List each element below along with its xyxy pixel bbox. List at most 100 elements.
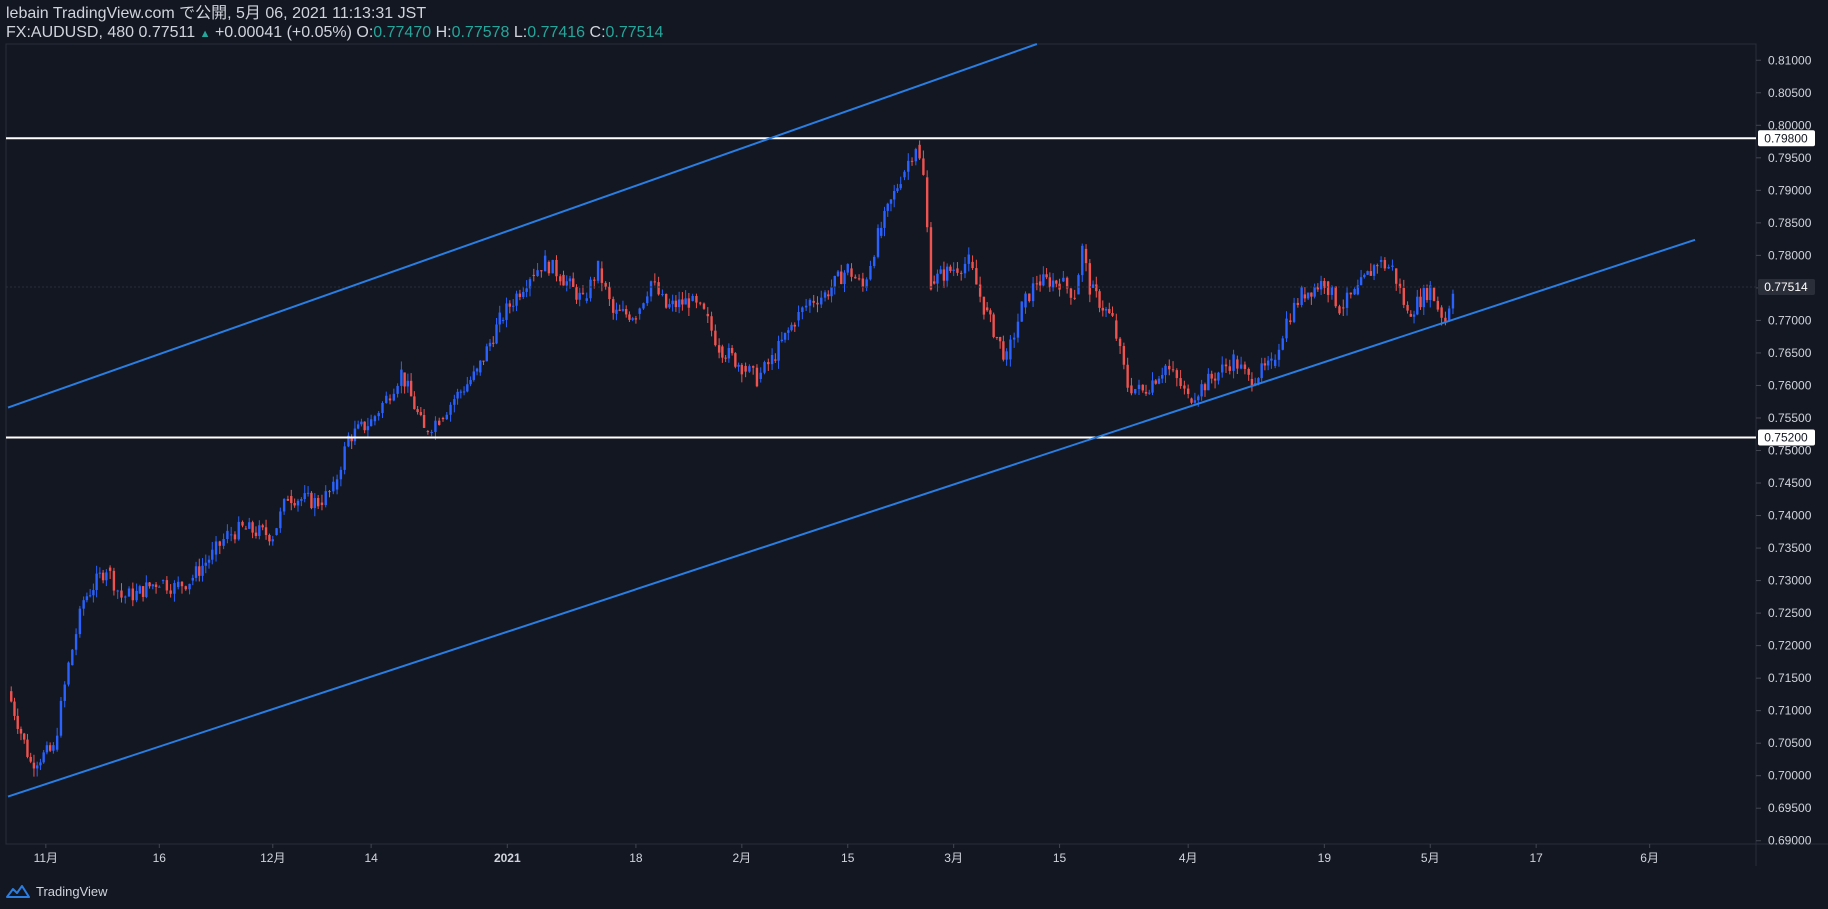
candle-up bbox=[1193, 400, 1197, 403]
time-axis[interactable]: 11月 16 12月 14 2021 18 2月 15 3月 15 4月 19 5月 17 6月 bbox=[34, 844, 1659, 865]
candle-up bbox=[914, 149, 918, 162]
candles-layer bbox=[10, 140, 1455, 777]
candle-down bbox=[218, 541, 222, 546]
candle-up bbox=[783, 332, 787, 340]
candle-up bbox=[1260, 363, 1263, 379]
price-axis[interactable]: 0.81000 0.80500 0.80000 0.79500 0.79000 0.785… bbox=[1756, 53, 1812, 848]
candle-down bbox=[233, 534, 237, 540]
candle-up bbox=[1016, 321, 1020, 338]
price-chart[interactable]: 0.81000 0.80500 0.80000 0.79500 0.79000 0.785… bbox=[0, 0, 1828, 909]
price-tick-label: 0.70000 bbox=[1768, 769, 1812, 783]
candle-down bbox=[120, 590, 123, 598]
candle-down bbox=[290, 496, 293, 504]
candle-down bbox=[286, 499, 290, 501]
candle-up bbox=[880, 227, 883, 236]
candle-up bbox=[466, 384, 469, 392]
candle-down bbox=[268, 535, 271, 542]
candle-down bbox=[1183, 385, 1186, 389]
candle-up bbox=[1104, 308, 1108, 311]
time-tick-label: 14 bbox=[364, 851, 378, 865]
candle-down bbox=[108, 567, 112, 571]
candle-up bbox=[787, 330, 790, 333]
candle-down bbox=[949, 266, 952, 271]
candle-down bbox=[532, 274, 535, 277]
candle-up bbox=[472, 371, 476, 380]
price-tick-label: 0.78000 bbox=[1768, 248, 1812, 262]
candle-up bbox=[194, 566, 198, 578]
candle-down bbox=[1098, 291, 1101, 308]
candle-up bbox=[1313, 286, 1316, 297]
candle-up bbox=[963, 263, 967, 274]
candle-down bbox=[1369, 271, 1373, 276]
candle-up bbox=[1300, 287, 1303, 305]
candle-up bbox=[896, 188, 899, 192]
candle-up bbox=[145, 582, 148, 597]
time-tick-label: 3月 bbox=[944, 851, 963, 865]
candle-down bbox=[23, 733, 26, 740]
candle-up bbox=[406, 380, 410, 387]
price-tick-label: 0.72500 bbox=[1768, 606, 1812, 620]
candle-up bbox=[889, 199, 893, 204]
candle-up bbox=[1292, 302, 1296, 322]
candle-down bbox=[1303, 294, 1307, 299]
candle-down bbox=[48, 745, 52, 751]
candle-up bbox=[127, 588, 131, 597]
price-tick-label: 0.78500 bbox=[1768, 216, 1812, 230]
candle-down bbox=[1111, 313, 1114, 316]
candle-down bbox=[254, 532, 258, 536]
candle-up bbox=[392, 393, 396, 401]
candle-up bbox=[770, 354, 774, 365]
candle-down bbox=[1243, 364, 1247, 369]
candle-down bbox=[169, 590, 172, 594]
candle-down bbox=[600, 268, 604, 283]
candle-down bbox=[1002, 341, 1005, 360]
candle-up bbox=[248, 522, 251, 529]
candle-up bbox=[1285, 318, 1288, 339]
candle-down bbox=[1342, 307, 1345, 309]
candle-down bbox=[1101, 307, 1104, 311]
candle-up bbox=[873, 256, 876, 267]
candle-up bbox=[1345, 292, 1349, 308]
candle-up bbox=[522, 291, 525, 297]
candle-up bbox=[201, 565, 204, 576]
candle-up bbox=[498, 312, 501, 325]
candle-down bbox=[1035, 283, 1039, 285]
candle-down bbox=[1141, 384, 1144, 391]
candle-up bbox=[1161, 374, 1164, 379]
candle-down bbox=[1395, 268, 1398, 284]
candle-up bbox=[833, 275, 836, 288]
candle-up bbox=[515, 293, 518, 306]
candle-down bbox=[198, 566, 201, 576]
candle-up bbox=[1306, 292, 1310, 299]
candle-down bbox=[141, 586, 145, 597]
candle-up bbox=[1137, 384, 1141, 390]
candle-up bbox=[82, 600, 85, 609]
candle-up bbox=[1273, 359, 1277, 366]
candle-up bbox=[1416, 296, 1419, 315]
candle-down bbox=[664, 293, 668, 308]
candle-down bbox=[608, 286, 611, 300]
candle-up bbox=[191, 577, 195, 581]
candle-up bbox=[343, 446, 346, 470]
candle-up bbox=[173, 583, 176, 594]
candle-up bbox=[1330, 286, 1334, 295]
candle-down bbox=[492, 342, 495, 344]
price-tick-label: 0.74500 bbox=[1768, 476, 1812, 490]
candle-up bbox=[671, 300, 674, 305]
candle-down bbox=[812, 300, 815, 303]
candle-down bbox=[293, 503, 296, 506]
candle-down bbox=[131, 588, 135, 601]
candle-down bbox=[1108, 308, 1111, 314]
candle-down bbox=[985, 307, 989, 311]
candle-down bbox=[1338, 306, 1341, 314]
candle-down bbox=[982, 296, 986, 315]
candle-down bbox=[1144, 391, 1148, 394]
candle-down bbox=[508, 303, 512, 307]
candle-down bbox=[1122, 346, 1126, 365]
candle-down bbox=[16, 715, 19, 729]
candle-up bbox=[207, 559, 211, 563]
candle-up bbox=[883, 210, 886, 228]
candle-up bbox=[907, 160, 910, 172]
candle-down bbox=[316, 498, 320, 507]
candle-up bbox=[459, 391, 463, 393]
